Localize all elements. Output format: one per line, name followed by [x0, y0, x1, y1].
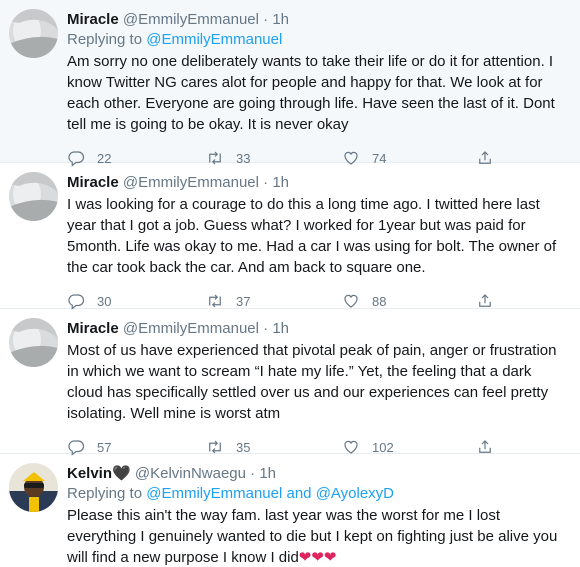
- avatar[interactable]: [9, 172, 58, 221]
- avatar[interactable]: [9, 463, 58, 512]
- tweet-text: I was looking for a courage to do this a…: [67, 196, 557, 276]
- author-handle[interactable]: @EmmilyEmmanuel: [123, 11, 259, 28]
- author-handle[interactable]: @EmmilyEmmanuel: [123, 174, 259, 191]
- tweet[interactable]: Kelvin🖤 @KelvinNwaegu · 1h Replying to @…: [0, 454, 580, 567]
- author-name[interactable]: Miracle: [67, 320, 119, 337]
- timestamp[interactable]: 1h: [272, 320, 289, 337]
- tweet-text: Am sorry no one deliberately wants to ta…: [67, 53, 555, 133]
- reply-icon: [68, 294, 85, 310]
- separator-dot: ·: [263, 320, 269, 337]
- reply-count: 30: [97, 293, 112, 309]
- author-name[interactable]: Kelvin: [67, 465, 112, 482]
- like-count: 88: [372, 293, 387, 309]
- timestamp[interactable]: 1h: [272, 11, 289, 28]
- tweet[interactable]: Miracle @EmmilyEmmanuel · 1h Replying to…: [0, 0, 580, 167]
- tweet-text: Please this ain't the way fam. last year…: [67, 505, 565, 567]
- separator-dot: ·: [263, 11, 269, 28]
- tweet-header: Kelvin🖤 @KelvinNwaegu · 1h: [67, 464, 565, 484]
- like-count: 102: [372, 439, 394, 455]
- replying-to-link-2[interactable]: @AyolexyD: [316, 485, 394, 502]
- like-button[interactable]: 88: [342, 292, 476, 310]
- separator-dot: ·: [250, 465, 256, 482]
- tweet-header: Miracle @EmmilyEmmanuel · 1h: [67, 319, 565, 339]
- text-emoji: ❤❤❤: [298, 549, 337, 566]
- tweet[interactable]: Miracle @EmmilyEmmanuel · 1h I was looki…: [0, 163, 580, 310]
- retweet-count: 35: [236, 439, 251, 455]
- replying-to: Replying to @EmmilyEmmanuel and @Ayolexy…: [67, 484, 565, 504]
- replying-and: and: [286, 485, 312, 502]
- tweet-header: Miracle @EmmilyEmmanuel · 1h: [67, 173, 565, 193]
- retweet-button[interactable]: 37: [206, 292, 342, 310]
- replying-label: Replying to: [67, 485, 143, 502]
- retweet-icon: [209, 294, 221, 308]
- tweet[interactable]: Miracle @EmmilyEmmanuel · 1h Most of us …: [0, 309, 580, 456]
- retweet-count: 37: [236, 293, 251, 309]
- share-icon: [479, 294, 491, 307]
- separator-dot: ·: [263, 174, 269, 191]
- replying-to: Replying to @EmmilyEmmanuel: [67, 30, 565, 50]
- replying-to-link[interactable]: @EmmilyEmmanuel: [146, 31, 282, 48]
- author-handle[interactable]: @EmmilyEmmanuel: [123, 320, 259, 337]
- avatar[interactable]: [9, 9, 58, 58]
- replying-to-link[interactable]: @EmmilyEmmanuel: [146, 485, 282, 502]
- replying-label: Replying to: [67, 31, 143, 48]
- tweet-header: Miracle @EmmilyEmmanuel · 1h: [67, 10, 565, 30]
- like-icon: [344, 294, 358, 308]
- author-name[interactable]: Miracle: [67, 11, 119, 28]
- timestamp[interactable]: 1h: [272, 174, 289, 191]
- reply-button[interactable]: 30: [67, 292, 206, 310]
- share-button[interactable]: [476, 292, 494, 310]
- avatar[interactable]: [9, 318, 58, 367]
- author-name[interactable]: Miracle: [67, 174, 119, 191]
- reply-count: 57: [97, 439, 112, 455]
- tweet-text: Most of us have experienced that pivotal…: [67, 342, 557, 422]
- author-handle[interactable]: @KelvinNwaegu: [135, 465, 246, 482]
- name-emoji: 🖤: [112, 465, 131, 482]
- timestamp[interactable]: 1h: [259, 465, 276, 482]
